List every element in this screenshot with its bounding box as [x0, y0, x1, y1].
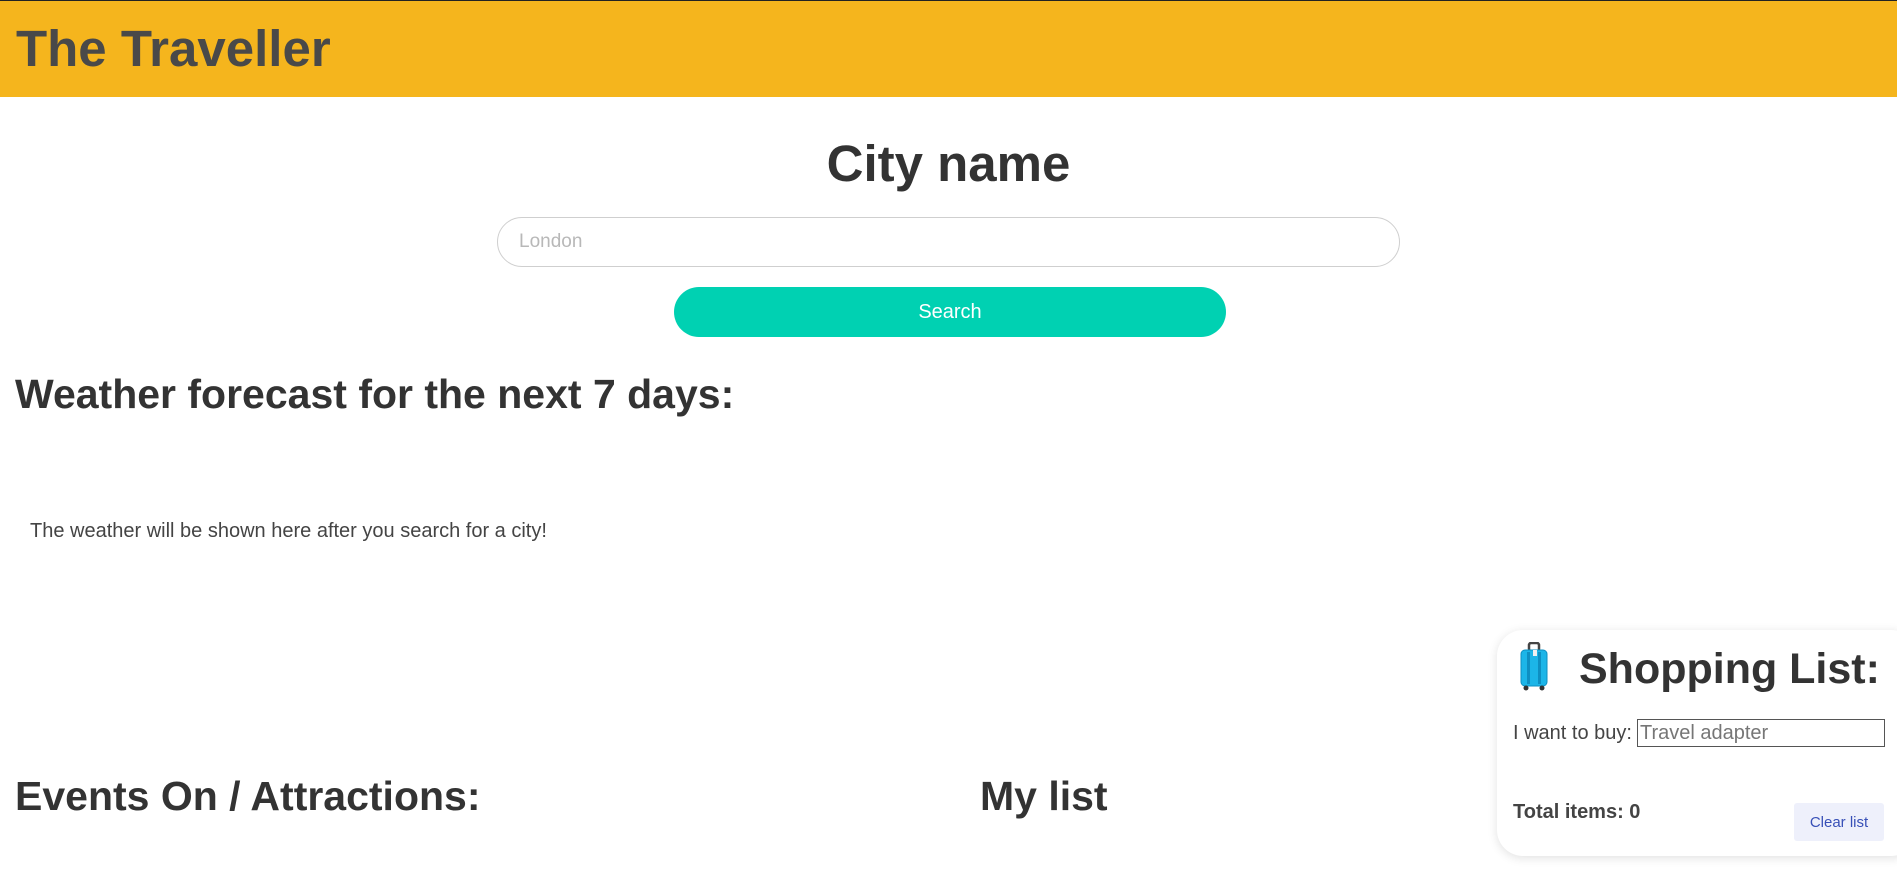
city-name-heading: City name — [826, 135, 1071, 192]
weather-placeholder-message: The weather will be shown here after you… — [30, 520, 547, 542]
shopping-list-panel: Shopping List: I want to buy: Total item… — [1497, 630, 1897, 856]
shopping-list-heading: Shopping List: — [1579, 645, 1880, 693]
clear-list-button[interactable]: Clear list — [1794, 803, 1884, 841]
weather-forecast-heading: Weather forecast for the next 7 days: — [15, 371, 735, 417]
suitcase-icon — [1519, 641, 1549, 692]
shopping-item-input[interactable] — [1637, 719, 1885, 747]
events-heading: Events On / Attractions: — [15, 773, 481, 819]
site-header: The Traveller — [0, 1, 1897, 97]
brand-title: The Traveller — [16, 20, 331, 77]
buy-label: I want to buy: — [1513, 722, 1632, 744]
search-button[interactable]: Search — [674, 287, 1226, 337]
my-list-heading: My list — [980, 773, 1108, 819]
city-search-input[interactable] — [497, 217, 1400, 267]
total-items-count: Total items: 0 — [1513, 801, 1641, 823]
